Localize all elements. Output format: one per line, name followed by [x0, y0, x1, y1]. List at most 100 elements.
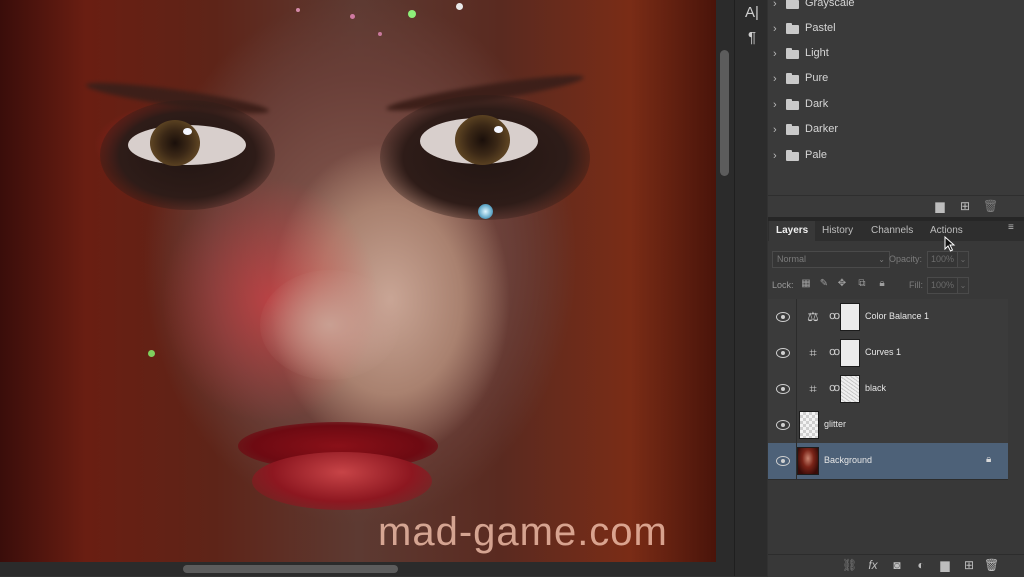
glitter-dot	[456, 3, 463, 10]
paragraph-panel-icon[interactable]: ¶	[743, 29, 761, 49]
swatch-group-label: Pastel	[805, 22, 836, 34]
layer-row-curves-1[interactable]: ⌗ ꝏ Curves 1	[768, 335, 1008, 372]
lock-all-icon[interactable]: 🔒︎	[876, 278, 888, 290]
layer-row-color-balance-1[interactable]: ⚖︎ ꝏ Color Balance 1	[768, 299, 1008, 336]
glitter-dot	[408, 10, 416, 18]
blend-mode-value: Normal	[777, 254, 807, 264]
swatch-group-pale[interactable]: › Pale	[768, 145, 1008, 169]
swatch-group-pure[interactable]: › Pure	[768, 68, 1008, 92]
chevron-down-icon: ⌄	[878, 255, 885, 264]
vertical-scroll-thumb[interactable]	[720, 50, 729, 176]
canvas-horizontal-scrollbar[interactable]	[0, 562, 734, 576]
left-iris	[150, 120, 200, 166]
swatch-group-light[interactable]: › Light	[768, 43, 1008, 67]
layer-mask-thumbnail[interactable]	[840, 303, 860, 331]
layers-panel: Layers History Channels Actions ≡ Normal…	[768, 221, 1024, 577]
mask-link-icon[interactable]: ꝏ	[829, 346, 840, 359]
mask-link-icon[interactable]: ꝏ	[829, 310, 840, 323]
layer-mask-thumbnail[interactable]	[840, 375, 860, 403]
mask-link-icon[interactable]: ꝏ	[829, 382, 840, 395]
chevron-right-icon[interactable]: ›	[773, 150, 777, 162]
glitter-dot	[148, 350, 155, 357]
add-mask-icon[interactable]: ◙	[890, 558, 904, 572]
layer-row-glitter[interactable]: glitter	[768, 407, 1008, 444]
tab-channels[interactable]: Channels	[864, 221, 920, 241]
glitter-dot	[296, 8, 300, 12]
swatch-group-label: Pale	[805, 149, 828, 161]
chevron-right-icon[interactable]: ›	[773, 124, 777, 136]
lock-transparent-pixels-icon[interactable]: ▦	[800, 278, 812, 290]
swatch-group-label: Dark	[805, 98, 829, 110]
folder-icon	[786, 0, 799, 9]
group-folder-icon[interactable]: ▆	[938, 558, 952, 572]
lock-icon[interactable]: 🔒︎	[986, 454, 996, 466]
layer-thumbnail[interactable]	[797, 447, 819, 475]
fill-label: Fill:	[909, 280, 923, 290]
swatch-group-darker[interactable]: › Darker	[768, 119, 1008, 143]
layer-row-black[interactable]: ⌗ ꝏ black	[768, 371, 1008, 408]
link-layers-icon[interactable]: ⛓︎	[842, 558, 857, 572]
layer-name: glitter	[824, 419, 847, 429]
layers-scrollbar[interactable]	[1008, 299, 1024, 557]
glitter-dot	[350, 14, 355, 19]
visibility-eye-icon[interactable]	[776, 420, 790, 430]
lock-label: Lock:	[772, 280, 794, 290]
layer-name: Color Balance 1	[865, 311, 930, 321]
layers-list: ⚖︎ ꝏ Color Balance 1 ⌗ ꝏ Curves 1 ⌗ ꝏ bl…	[768, 299, 1008, 480]
trash-icon[interactable]: 🗑︎	[984, 558, 999, 572]
layer-thumbnail[interactable]	[799, 411, 819, 439]
chevron-right-icon[interactable]: ›	[773, 48, 777, 60]
tab-history[interactable]: History	[815, 221, 860, 241]
new-swatch-icon[interactable]: ⊞	[958, 199, 972, 213]
tab-layers[interactable]: Layers	[769, 221, 816, 241]
lower-lip	[252, 452, 432, 510]
fill-field[interactable]: 100%	[927, 277, 958, 294]
panel-menu-icon[interactable]: ≡	[1008, 223, 1018, 233]
curves-icon: ⌗	[809, 345, 817, 360]
layer-name: black	[865, 383, 887, 393]
swatch-group-pastel[interactable]: › Pastel	[768, 18, 1008, 42]
glitter-dot	[378, 32, 382, 36]
new-layer-icon[interactable]: ⊞	[962, 558, 976, 572]
color-balance-icon: ⚖︎	[807, 309, 819, 324]
curves-icon: ⌗	[809, 381, 817, 396]
lock-position-icon[interactable]: ✥	[836, 278, 848, 290]
chevron-right-icon[interactable]: ›	[773, 73, 777, 85]
chevron-right-icon[interactable]: ›	[773, 99, 777, 111]
folder-icon	[786, 99, 799, 110]
opacity-label: Opacity:	[889, 254, 923, 264]
lock-artboard-icon[interactable]: ⧉	[856, 278, 868, 290]
swatches-scrollbar[interactable]	[1008, 0, 1024, 195]
visibility-eye-icon[interactable]	[776, 312, 790, 322]
fx-icon[interactable]: fx	[866, 558, 880, 572]
horizontal-scroll-thumb[interactable]	[183, 565, 398, 573]
chevron-right-icon[interactable]: ›	[773, 23, 777, 35]
swatch-group-dark[interactable]: › Dark	[768, 94, 1008, 118]
document-canvas[interactable]: mad-game.com	[0, 0, 716, 562]
mouse-cursor-icon	[944, 236, 956, 252]
layer-row-background[interactable]: Background 🔒︎	[768, 443, 1008, 480]
visibility-eye-icon[interactable]	[776, 456, 790, 466]
blend-mode-select[interactable]: Normal ⌄	[772, 251, 890, 268]
trash-icon[interactable]: 🗑︎	[983, 199, 998, 213]
fill-dropdown-icon[interactable]: ⌄	[957, 277, 969, 294]
folder-icon	[786, 48, 799, 59]
swatch-group-label: Grayscale	[805, 0, 855, 9]
swatch-group-grayscale[interactable]: › Grayscale	[768, 0, 1008, 17]
visibility-eye-icon[interactable]	[776, 384, 790, 394]
adjustment-layer-icon[interactable]: ◐	[914, 558, 928, 572]
left-eye-highlight	[183, 128, 192, 135]
swatch-group-label: Pure	[805, 72, 829, 84]
canvas-vertical-scrollbar[interactable]	[716, 0, 734, 562]
visibility-eye-icon[interactable]	[776, 348, 790, 358]
lock-image-pixels-icon[interactable]: ✎	[818, 278, 830, 290]
layer-mask-thumbnail[interactable]	[840, 339, 860, 367]
chevron-right-icon[interactable]: ›	[773, 0, 777, 10]
row-divider	[796, 407, 797, 443]
swatch-group-label: Light	[805, 47, 829, 59]
opacity-dropdown-icon[interactable]: ⌄	[957, 251, 969, 268]
opacity-field[interactable]: 100%	[927, 251, 958, 268]
new-group-folder-icon[interactable]: ▆	[933, 199, 947, 213]
character-panel-icon[interactable]: A|	[743, 4, 761, 24]
panel-tab-bar: Layers History Channels Actions ≡	[768, 221, 1024, 241]
